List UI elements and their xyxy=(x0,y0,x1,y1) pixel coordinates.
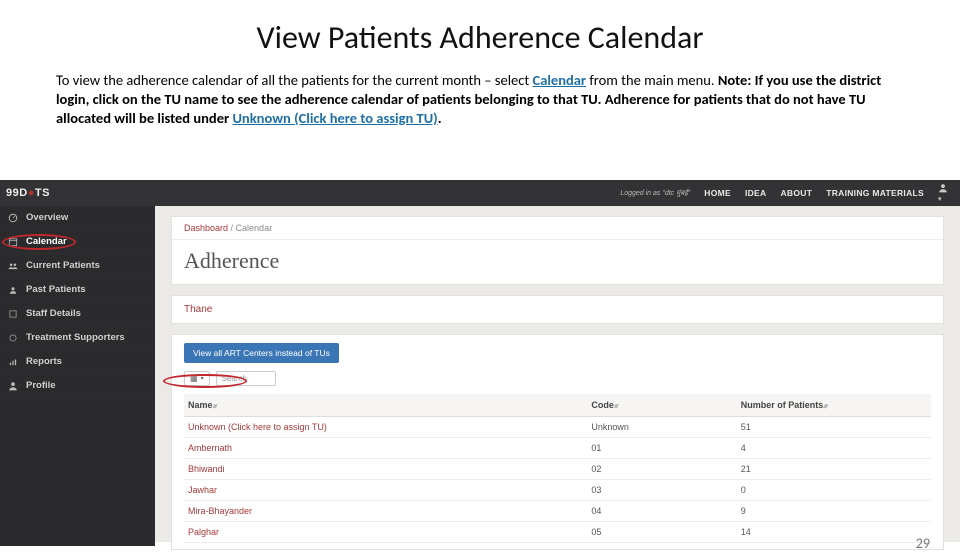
breadcrumb: Dashboard / Calendar xyxy=(172,217,943,240)
table-card: View all ART Centers instead of TUs ▦▾ S… xyxy=(171,334,944,550)
col-num[interactable]: Number of Patients xyxy=(737,394,931,417)
row-code: 05 xyxy=(587,522,736,543)
brand-prefix: 99D xyxy=(6,187,28,199)
profile-icon xyxy=(8,381,18,391)
breadcrumb-card: Dashboard / Calendar Adherence xyxy=(171,216,944,285)
dashboard-icon xyxy=(8,213,18,223)
support-icon xyxy=(8,333,18,343)
slide-body: To view the adherence calendar of all th… xyxy=(56,71,904,128)
table-toolbar: ▦▾ Search xyxy=(172,369,943,394)
sidebar-item-label: Reports xyxy=(26,356,62,367)
top-nav: 99D●TS Logged in as "dtc मुंबई" HOME IDE… xyxy=(0,180,960,206)
sidebar-item-past-patients[interactable]: Past Patients xyxy=(0,278,155,302)
unknown-ref-link: Unknown (Click here to assign TU) xyxy=(232,109,437,127)
sidebar-item-label: Overview xyxy=(26,212,68,223)
users-icon xyxy=(8,261,18,271)
calendar-icon xyxy=(8,237,18,247)
breadcrumb-root[interactable]: Dashboard xyxy=(184,223,228,233)
row-num: 14 xyxy=(737,522,931,543)
sidebar-item-staff[interactable]: Staff Details xyxy=(0,302,155,326)
search-input[interactable]: Search xyxy=(216,371,276,386)
row-num: 51 xyxy=(737,417,931,438)
sidebar-item-overview[interactable]: Overview xyxy=(0,206,155,230)
table-row[interactable]: Palghar0514 xyxy=(184,522,931,543)
row-name: Jawhar xyxy=(184,480,587,501)
sidebar-item-label: Calendar xyxy=(26,236,67,247)
body-pre: To view the adherence calendar of all th… xyxy=(56,71,533,89)
row-name: Mira-Bhayander xyxy=(184,501,587,522)
row-code: 01 xyxy=(587,438,736,459)
breadcrumb-current: Calendar xyxy=(236,223,273,233)
table-row[interactable]: Bhiwandi0221 xyxy=(184,459,931,480)
row-code: 03 xyxy=(587,480,736,501)
breadcrumb-sep: / xyxy=(228,223,236,233)
page-number: 29 xyxy=(916,535,930,552)
period: . xyxy=(438,109,442,127)
user-menu-icon[interactable]: ▾ xyxy=(938,183,948,203)
sidebar-item-label: Past Patients xyxy=(26,284,86,295)
row-code: 04 xyxy=(587,501,736,522)
row-name: Bhiwandi xyxy=(184,459,587,480)
col-code[interactable]: Code xyxy=(587,394,736,417)
sidebar-item-label: Profile xyxy=(26,380,56,391)
sidebar-item-supporters[interactable]: Treatment Supporters xyxy=(0,326,155,350)
row-code: Unknown xyxy=(587,417,736,438)
row-name: Palghar xyxy=(184,522,587,543)
nav-idea[interactable]: IDEA xyxy=(745,188,767,198)
slide-title: View Patients Adherence Calendar xyxy=(0,18,960,57)
grid-view-button[interactable]: ▦▾ xyxy=(184,371,210,386)
body-mid: from the main menu. xyxy=(586,71,718,89)
chevron-down-icon: ▾ xyxy=(201,375,204,382)
note-label: Note: xyxy=(718,71,752,89)
table-row[interactable]: Unknown (Click here to assign TU)Unknown… xyxy=(184,417,931,438)
grid-icon: ▦ xyxy=(190,374,198,383)
brand-suffix: TS xyxy=(35,187,50,199)
table-row[interactable]: Ambernath014 xyxy=(184,438,931,459)
logged-in-text: Logged in as "dtc मुंबई" xyxy=(620,189,690,198)
main-panel: Dashboard / Calendar Adherence Thane Vie… xyxy=(155,206,960,542)
table-row[interactable]: Mira-Bhayander049 xyxy=(184,501,931,522)
nav-home[interactable]: HOME xyxy=(704,188,731,198)
nav-training[interactable]: TRAINING MATERIALS xyxy=(826,188,924,198)
sidebar-item-label: Treatment Supporters xyxy=(26,332,125,343)
region-link[interactable]: Thane xyxy=(172,296,943,323)
sidebar-item-profile[interactable]: Profile xyxy=(0,374,155,398)
brand-dot-icon: ● xyxy=(28,187,35,199)
region-card: Thane xyxy=(171,295,944,324)
page-heading: Adherence xyxy=(172,240,943,284)
sidebar-item-calendar[interactable]: Calendar xyxy=(0,230,155,254)
calendar-ref-link: Calendar xyxy=(533,71,587,89)
sidebar-item-label: Staff Details xyxy=(26,308,81,319)
users-past-icon xyxy=(8,285,18,295)
row-num: 0 xyxy=(737,480,931,501)
staff-icon xyxy=(8,309,18,319)
view-art-centers-button[interactable]: View all ART Centers instead of TUs xyxy=(184,343,339,363)
sidebar-item-reports[interactable]: Reports xyxy=(0,350,155,374)
row-name: Unknown (Click here to assign TU) xyxy=(184,417,587,438)
sidebar-item-label: Current Patients xyxy=(26,260,100,271)
row-num: 21 xyxy=(737,459,931,480)
row-num: 4 xyxy=(737,438,931,459)
reports-icon xyxy=(8,357,18,367)
tu-table: Name Code Number of Patients Unknown (Cl… xyxy=(184,394,931,543)
row-num: 9 xyxy=(737,501,931,522)
embedded-screenshot: 99D●TS Logged in as "dtc मुंबई" HOME IDE… xyxy=(0,180,960,542)
col-name[interactable]: Name xyxy=(184,394,587,417)
row-name: Ambernath xyxy=(184,438,587,459)
nav-about[interactable]: ABOUT xyxy=(780,188,812,198)
brand-logo[interactable]: 99D●TS xyxy=(6,187,50,199)
table-row[interactable]: Jawhar030 xyxy=(184,480,931,501)
sidebar: Overview Calendar Current Patients Past … xyxy=(0,206,155,546)
row-code: 02 xyxy=(587,459,736,480)
sidebar-item-current-patients[interactable]: Current Patients xyxy=(0,254,155,278)
